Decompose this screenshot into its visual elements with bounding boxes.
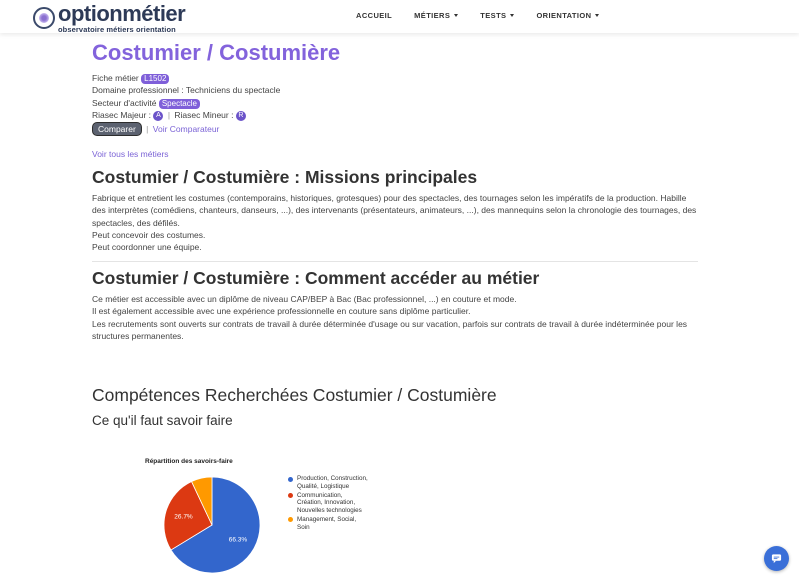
fiche-label: Fiche métier [92, 73, 139, 83]
legend-label-2: Management, Social, Soin [297, 515, 357, 531]
chart-title: Répartition des savoirs-faire [145, 458, 233, 465]
navbar: optionmétier observatoire métiers orient… [0, 0, 799, 33]
access-title: Costumier / Costumière : Comment accéder… [92, 268, 540, 288]
chevron-down-icon [454, 14, 459, 17]
nav-item-accueil[interactable]: ACCUEIL [356, 11, 392, 20]
main-nav: ACCUEIL MÉTIERS TESTS ORIENTATION [356, 11, 621, 20]
riasec-majeur-badge[interactable]: A [153, 110, 164, 121]
legend-swatch-0 [288, 476, 293, 482]
voir-comparateur-link[interactable]: Voir Comparateur [153, 124, 220, 134]
logo-icon [33, 7, 55, 30]
legend-label-0: Production, Construction, Qualité, Logis… [297, 475, 368, 490]
missions-text: Fabrique et entretient les costumes (con… [92, 193, 697, 253]
riasec-mineur-label: Riasec Mineur : [174, 109, 234, 120]
legend-item-0[interactable]: Production, Construction, Qualité, Logis… [288, 475, 368, 491]
brand-logo[interactable]: optionmétier observatoire métiers orient… [33, 1, 186, 34]
legend-swatch-1 [288, 493, 293, 499]
nav-item-metiers[interactable]: MÉTIERS [414, 11, 459, 20]
nav-item-tests[interactable]: TESTS [480, 11, 515, 20]
access-text: Ce métier est accessible avec un diplôme… [92, 294, 688, 341]
riasec-majeur-label: Riasec Majeur : [92, 109, 152, 120]
job-header: Costumier / Costumière Fiche métier L150… [92, 40, 697, 137]
nav-item-orientation[interactable]: ORIENTATION [536, 11, 600, 20]
competences-subtitle: Ce qu'il faut savoir faire [92, 413, 233, 428]
chart-legend: Production, Construction, Qualité, Logis… [288, 475, 368, 533]
divider [92, 261, 698, 262]
domaine: Domaine professionnel : Techniciens du s… [92, 85, 281, 96]
chat-bubble-icon [771, 554, 782, 564]
missions-title: Costumier / Costumière : Missions princi… [92, 167, 478, 187]
legend-item-2[interactable]: Management, Social, Soin [288, 516, 368, 532]
chat-button[interactable] [764, 546, 789, 571]
competences-title: Compétences Recherchées Costumier / Cost… [92, 385, 497, 405]
all-jobs-link[interactable]: Voir tous les métiers [92, 149, 169, 159]
compare-button[interactable]: Comparer [92, 122, 142, 137]
brand-name: optionmétier [58, 1, 186, 26]
legend-swatch-2 [288, 517, 293, 523]
separator: | [146, 124, 149, 135]
job-meta: Fiche métier L1502 Domaine professionnel… [92, 72, 697, 137]
secteur-label: Secteur d'activité [92, 97, 157, 108]
separator: | [167, 109, 171, 120]
legend-item-1[interactable]: Communication, Création, Innovation, Nou… [288, 492, 368, 515]
pie-chart: 66.3% 26.7% [163, 476, 261, 574]
page-title: Costumier / Costumière [92, 40, 341, 65]
pie-slice-label-1: 26.7% [174, 513, 193, 520]
riasec-mineur-badge[interactable]: R [235, 110, 246, 121]
legend-label-1: Communication, Création, Innovation, Nou… [297, 491, 362, 515]
secteur-badge[interactable]: Spectacle [158, 98, 200, 109]
brand-tagline: observatoire métiers orientation [58, 25, 176, 34]
chevron-down-icon [510, 14, 515, 17]
fiche-code-badge: L1502 [141, 74, 170, 84]
chevron-down-icon [595, 14, 600, 17]
pie-slice-label-0: 66.3% [229, 537, 248, 544]
